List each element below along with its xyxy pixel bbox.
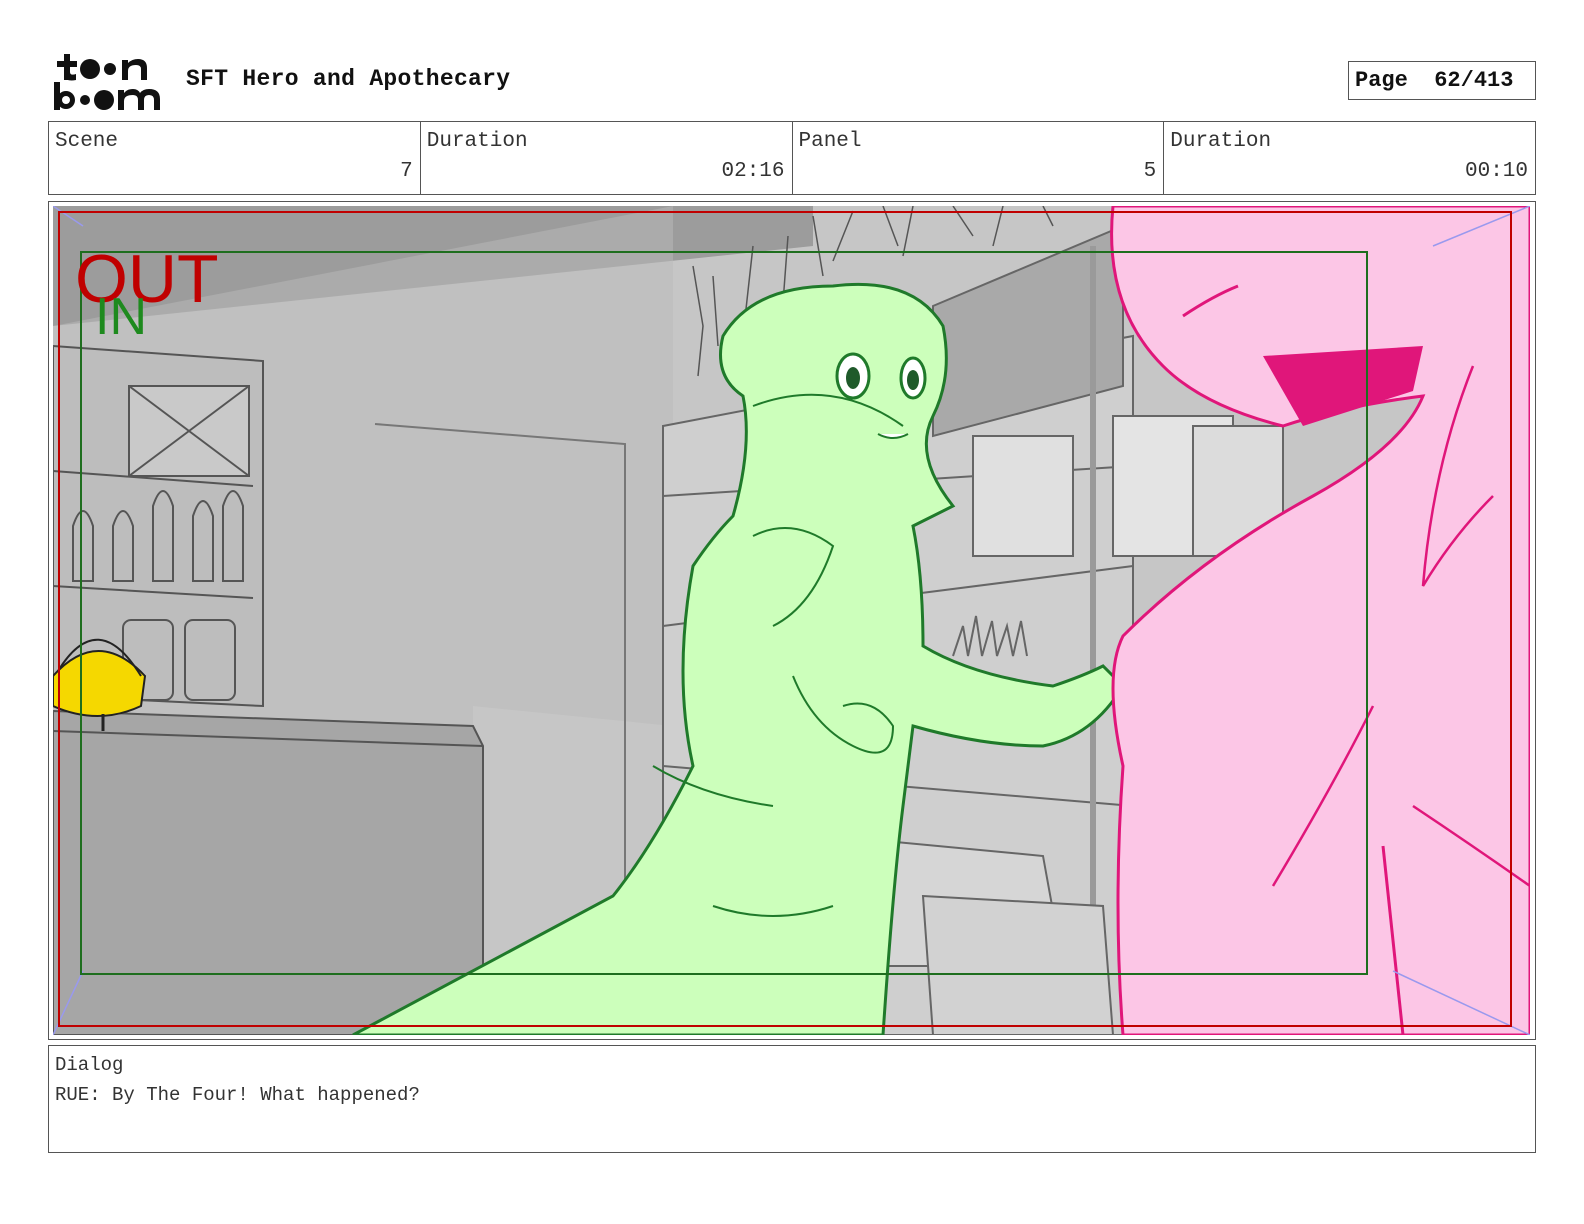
- dialog-text: RUE: By The Four! What happened?: [55, 1084, 420, 1106]
- page-label: Page: [1355, 68, 1408, 93]
- scene-value: 7: [400, 160, 413, 183]
- toon-boom-logo: [52, 52, 164, 112]
- scene-cell: Scene 7: [49, 122, 421, 194]
- panel-value: 5: [1143, 160, 1157, 183]
- page-indicator: Page 62/413: [1348, 61, 1536, 100]
- panel-cell: Panel 5: [793, 122, 1165, 194]
- page-number: 62/413: [1434, 68, 1514, 93]
- storyboard-panel: OUT IN: [48, 201, 1536, 1040]
- scene-duration-value: 02:16: [721, 160, 785, 183]
- scene-duration-label: Duration: [426, 130, 528, 153]
- panel-info-row: Scene 7 Duration 02:16 Panel 5 Duration …: [48, 121, 1536, 195]
- dialog-box: Dialog RUE: By The Four! What happened?: [48, 1045, 1536, 1153]
- project-title: SFT Hero and Apothecary: [186, 66, 511, 92]
- in-frame-label: IN: [95, 288, 147, 346]
- logo-graphic: [54, 54, 160, 110]
- dialog-label: Dialog: [55, 1054, 124, 1076]
- panel-duration-label: Duration: [1170, 130, 1272, 153]
- scene-duration-cell: Duration 02:16: [421, 122, 793, 194]
- panel-artwork: OUT IN: [53, 206, 1530, 1035]
- panel-drawing: OUT IN: [53, 206, 1530, 1035]
- left-shelf: [53, 344, 264, 708]
- panel-duration-cell: Duration 00:10: [1164, 122, 1535, 194]
- character-pink: [1110, 206, 1530, 1035]
- counter: [53, 709, 484, 1035]
- panel-label: Panel: [798, 130, 862, 153]
- scene-label: Scene: [55, 130, 119, 153]
- panel-duration-value: 00:10: [1464, 160, 1528, 183]
